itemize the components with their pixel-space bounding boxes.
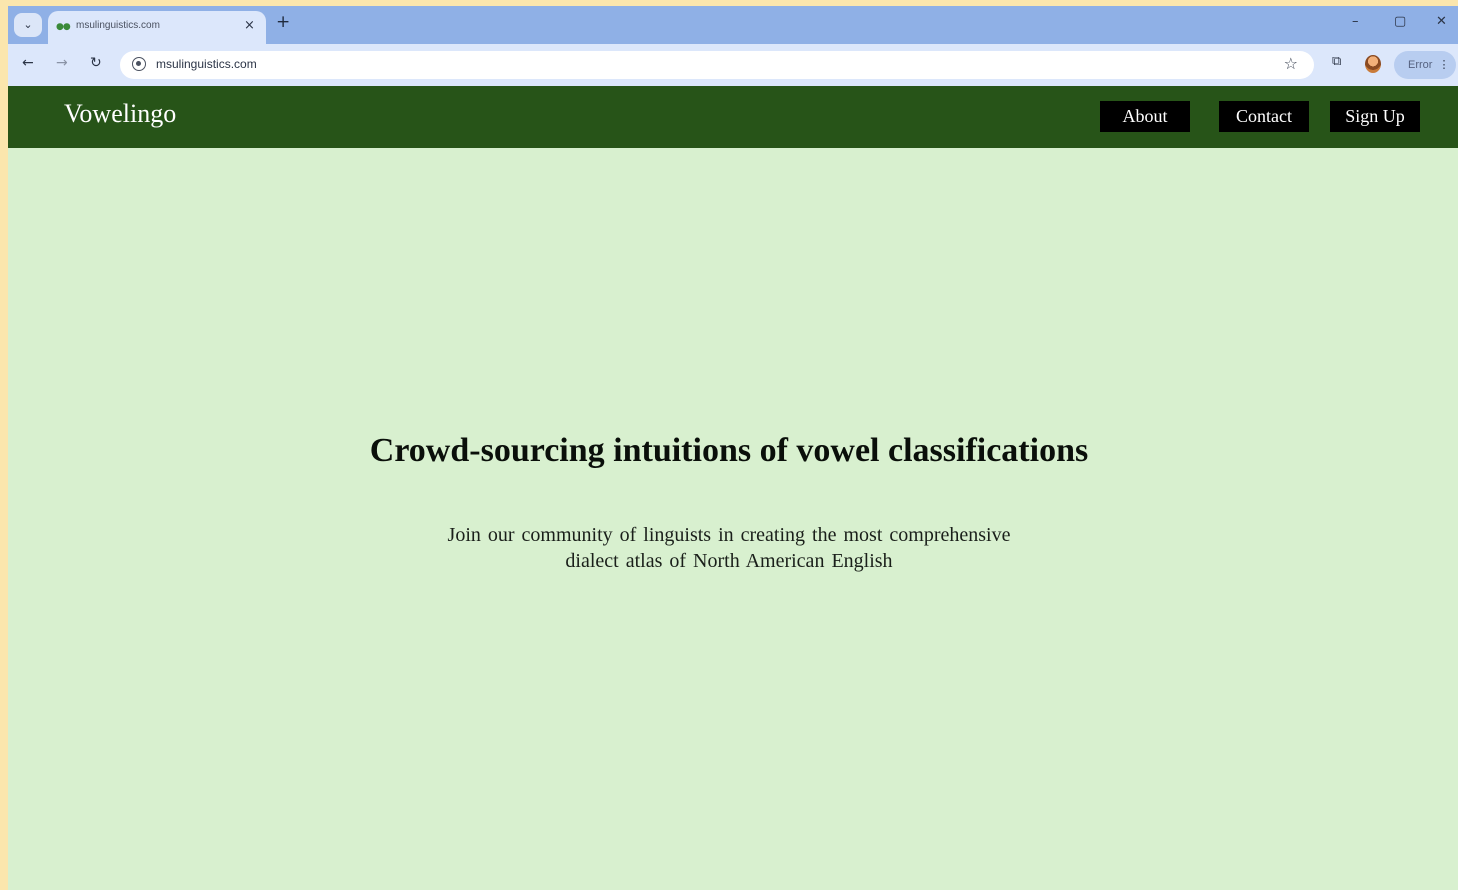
close-window-icon[interactable]: ✕ (1436, 14, 1447, 29)
reload-icon[interactable]: ↻ (90, 55, 102, 71)
close-tab-icon[interactable]: × (244, 18, 255, 33)
profile-menu-button[interactable]: Error ⋮ (1394, 51, 1456, 79)
minimize-icon[interactable]: – (1352, 14, 1359, 29)
hero-subtitle-line1: Join our community of linguists in creat… (447, 524, 1011, 546)
new-tab-icon[interactable]: + (276, 12, 290, 32)
favicon-icon: ●● (56, 22, 71, 32)
hero-subtitle: Join our community of linguists in creat… (425, 522, 1033, 574)
kebab-menu-icon: ⋮ (1438, 59, 1450, 71)
hero-subtitle-line2: dialect atlas of North American English (565, 550, 893, 572)
site-header: Vowelingo About Contact Sign Up (8, 86, 1458, 148)
browser-toolbar: ← → ↻ msulinguistics.com ☆ ⧉ Error ⋮ (8, 44, 1458, 86)
url-text[interactable]: msulinguistics.com (156, 57, 257, 71)
address-bar[interactable]: msulinguistics.com ☆ (120, 51, 1314, 79)
extensions-icon[interactable]: ⧉ (1332, 54, 1341, 69)
signup-button[interactable]: Sign Up (1330, 101, 1420, 132)
chevron-down-icon[interactable]: ⌄ (14, 13, 42, 37)
site-info-icon[interactable] (132, 57, 146, 71)
arrow-left-icon[interactable]: ← (22, 55, 34, 71)
about-button[interactable]: About (1100, 101, 1190, 132)
contact-button[interactable]: Contact (1219, 101, 1309, 132)
site-logo[interactable]: Vowelingo (64, 99, 176, 129)
arrow-right-icon[interactable]: → (56, 55, 68, 71)
tab-active[interactable]: ●● msulinguistics.com × (48, 11, 266, 44)
hero-title: Crowd-sourcing intuitions of vowel class… (369, 432, 1089, 469)
tab-title: msulinguistics.com (76, 20, 160, 31)
restore-icon[interactable]: ▢ (1394, 14, 1406, 29)
star-icon[interactable]: ☆ (1284, 54, 1298, 73)
tab-strip: ⌄ ●● msulinguistics.com × + – ▢ ✕ (8, 6, 1458, 44)
avatar[interactable] (1365, 55, 1381, 73)
profile-label: Error (1408, 59, 1433, 71)
